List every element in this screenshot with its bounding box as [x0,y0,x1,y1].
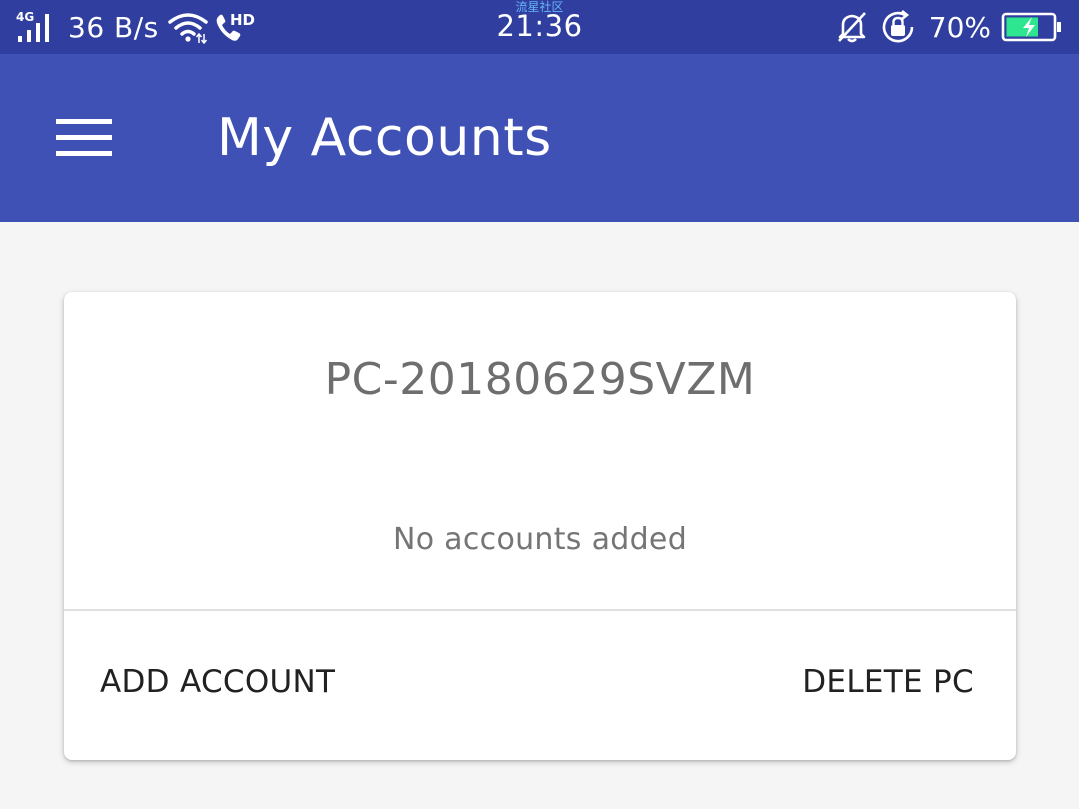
status-bar: 4G 36 B/s HD 流星社区 21:36 70% [0,0,1079,54]
battery-charging-icon [1001,12,1061,42]
muted-bell-icon [837,12,866,43]
rotation-lock-icon [882,9,914,43]
hamburger-menu-icon [56,119,112,156]
status-bar-right: 70% [835,8,1063,46]
page-title: My Accounts [217,108,552,168]
delete-pc-button[interactable]: DELETE PC [802,656,974,708]
app-bar: My Accounts [0,54,1079,222]
card-divider [64,609,1016,611]
pc-name: PC-20180629SVZM [324,354,756,405]
menu-button[interactable] [40,98,128,178]
battery-percent: 70% [928,10,991,44]
pc-card: PC-20180629SVZM No accounts added ADD AC… [64,292,1016,760]
empty-accounts-message: No accounts added [392,522,688,557]
add-account-button[interactable]: ADD ACCOUNT [100,656,335,708]
